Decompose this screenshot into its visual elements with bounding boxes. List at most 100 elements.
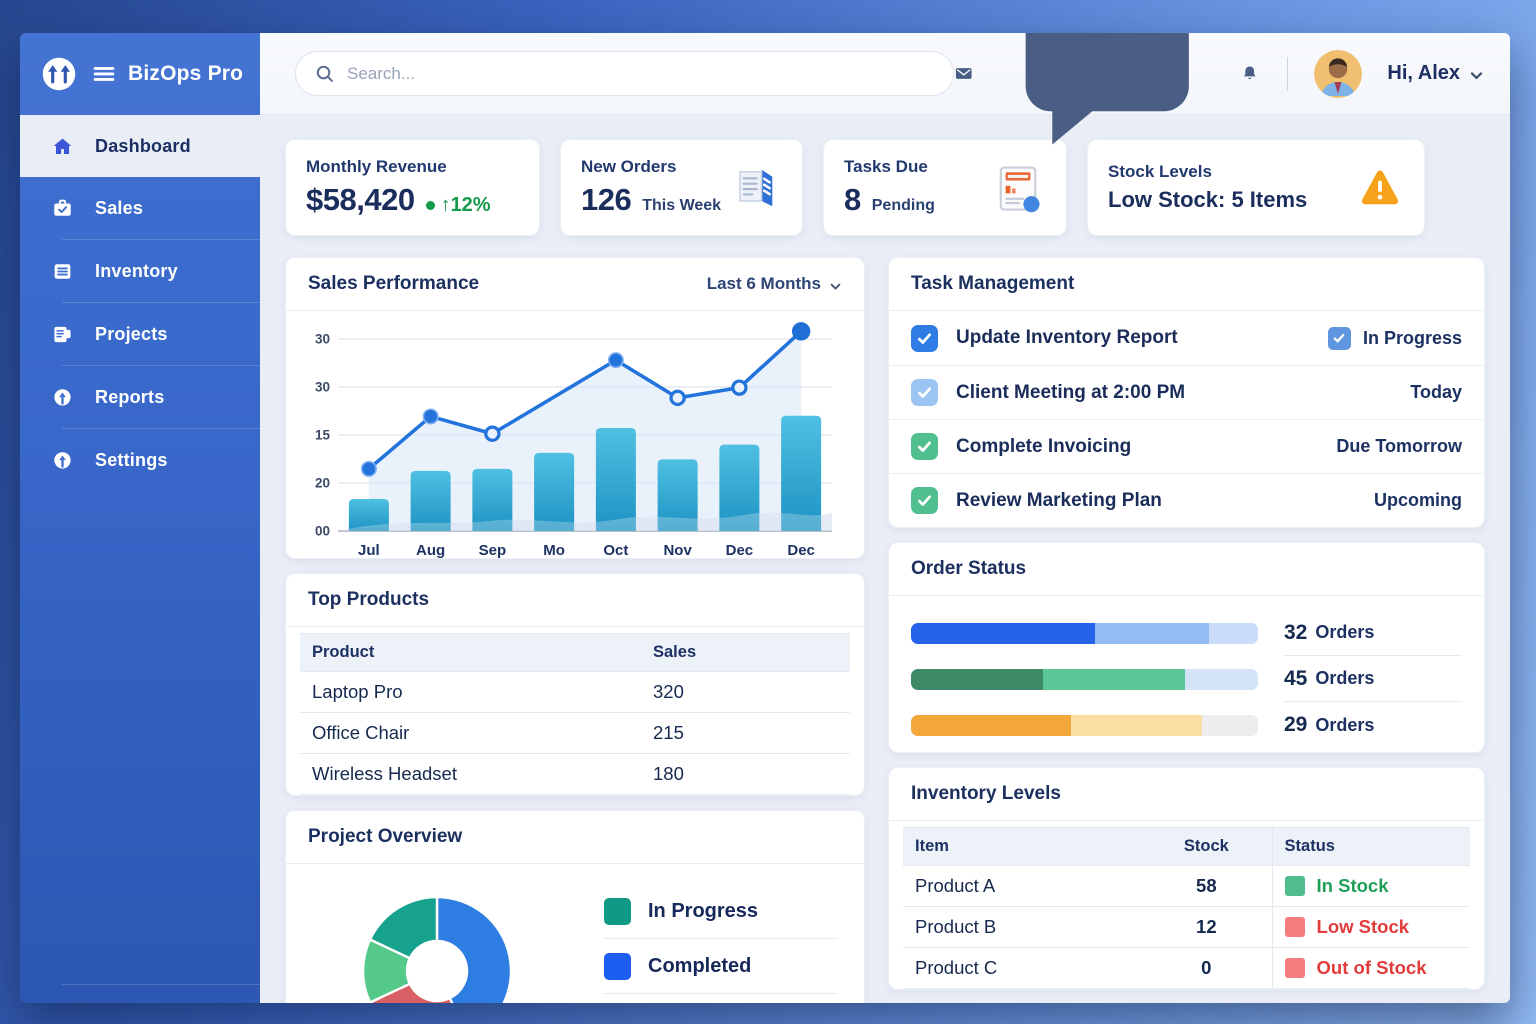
sidebar-nav: DashboardSales Inventory ProjectsReports Se… [20,115,260,491]
task-status: In Progress [1328,327,1462,350]
table-header-row: ItemStockStatus [903,827,1470,866]
sidebar-item-sales[interactable]: Sales [20,177,260,239]
svg-text:20: 20 [315,476,330,491]
project-overview-card: Project Overview In Progress Completed On … [285,810,865,1003]
kpi-title: New Orders [581,157,721,177]
table-row: Product B12Low Stock [903,907,1470,948]
order-status-card: Order Status 32Orders45Orders29Orders [888,542,1485,753]
bell-icon[interactable] [1240,60,1259,87]
item-stock: 12 [1141,907,1271,947]
order-unit: Orders [1315,668,1374,689]
kpi-value: $58,420 [306,182,415,218]
inventory-levels-card: Inventory Levels ItemStockStatusProduct … [888,767,1485,990]
table-body: Laptop Pro320Office Chair215Wireless Hea… [300,672,850,795]
donut-chart [312,874,562,1003]
sidebar-item-label: Settings [95,450,168,471]
progress-segment [911,715,1071,736]
range-selector[interactable]: Last 6 Months [707,274,842,294]
card-header: Top Products [286,574,864,627]
kpi-main: New Orders126This Week [581,157,721,218]
task-checkbox[interactable] [911,433,938,460]
chevron-down-icon [1469,66,1484,81]
card-header: Order Status [889,543,1484,596]
task-checkbox[interactable] [911,379,938,406]
svg-text:Nov: Nov [663,542,692,559]
task-label: Client Meeting at 2:00 PM [956,382,1185,404]
task-label: Update Inventory Report [956,327,1178,349]
kpi-main: Tasks Due8Pending [844,157,935,218]
briefcase-icon [51,197,74,220]
svg-text:30: 30 [315,380,330,395]
legend-label: In Progress [648,900,758,923]
desktop-background: BizOps Pro DashboardSales Inventory Projec… [0,0,1536,1024]
order-count: 29Orders [1284,702,1462,748]
app-title: BizOps Pro [128,62,243,86]
sidebar-item-reports[interactable]: Reports [20,366,260,428]
range-label: Last 6 Months [707,274,821,294]
svg-text:Dec: Dec [726,542,754,559]
product-name: Office Chair [300,713,641,753]
left-column: Sales Performance Last 6 Months 30301520… [285,257,865,1003]
task-status: Upcoming [1374,490,1462,511]
item-name: Product B [903,907,1141,947]
task-checkbox[interactable] [911,487,938,514]
task-list: Update Inventory Report In Progress Client… [889,311,1484,527]
task-checkbox[interactable] [911,325,938,352]
progress-segment [911,623,1095,644]
sidebar-item-settings[interactable]: Settings [20,429,260,491]
search-icon [314,63,336,85]
order-number: 32 [1284,621,1307,645]
warning-triangle-icon [1356,164,1404,212]
item-name: Product A [903,866,1141,906]
kpi-value: Low Stock: 5 Items [1108,187,1307,213]
user-menu[interactable]: Hi, Alex [1387,62,1484,85]
kpi-value-row: 8Pending [844,182,935,218]
sidebar-item-label: Inventory [95,261,178,282]
chevron-down-icon [829,278,842,291]
table-header-row: ProductSales [300,633,850,672]
topbar: Hi, Alex [260,33,1510,115]
legend-item-in-progress: In Progress [604,884,838,939]
card-title: Project Overview [308,826,462,848]
topbar-divider [1287,57,1288,91]
hamburger-menu-button[interactable] [91,61,117,87]
legend-label: Completed [648,955,751,978]
mail-icon[interactable] [954,60,973,87]
avatar[interactable] [1314,50,1362,98]
status-checkbox[interactable] [1328,327,1351,350]
legend-item-on-hold: On Hold [604,994,838,1003]
project-overview-body: In Progress Completed On Hold [286,864,864,1003]
chat-icon [999,166,1216,183]
progress-segment [1202,715,1258,736]
task-status-text: Upcoming [1374,490,1462,511]
progress-segment [1095,623,1210,644]
chat-button[interactable] [999,33,1216,184]
sidebar-item-inventory[interactable]: Inventory [20,240,260,302]
column-header: Status [1272,828,1470,865]
task-label: Complete Invoicing [956,436,1131,458]
search-input[interactable] [347,64,935,84]
item-stock: 58 [1141,866,1271,906]
table-body: Product A58In StockProduct B12Low StockP… [903,866,1470,989]
progress-segment [911,669,1043,690]
main-area: Hi, Alex Monthly Revenue$58,420↑12%New O… [260,33,1510,1003]
card-header: Inventory Levels [889,768,1484,821]
svg-text:30: 30 [315,332,330,347]
order-status-row: 32Orders [911,610,1462,656]
status-text: Out of Stock [1317,957,1427,979]
svg-text:Oct: Oct [603,542,628,559]
order-progress-bar [911,623,1258,644]
order-progress-bar [911,669,1258,690]
task-status: Today [1410,382,1462,403]
status-swatch [1285,917,1305,937]
sidebar-item-projects[interactable]: Projects [20,303,260,365]
reports-icon [51,386,74,409]
status-swatch [1285,958,1305,978]
sidebar-header: BizOps Pro [20,33,260,115]
right-column: Task Management Update Inventory ReportI… [888,257,1485,1003]
svg-text:15: 15 [315,428,331,443]
settings-icon [51,449,74,472]
svg-text:Sep: Sep [479,542,507,559]
sidebar-item-dashboard[interactable]: Dashboard [20,115,260,177]
kpi-change: ↑12% [426,194,491,217]
